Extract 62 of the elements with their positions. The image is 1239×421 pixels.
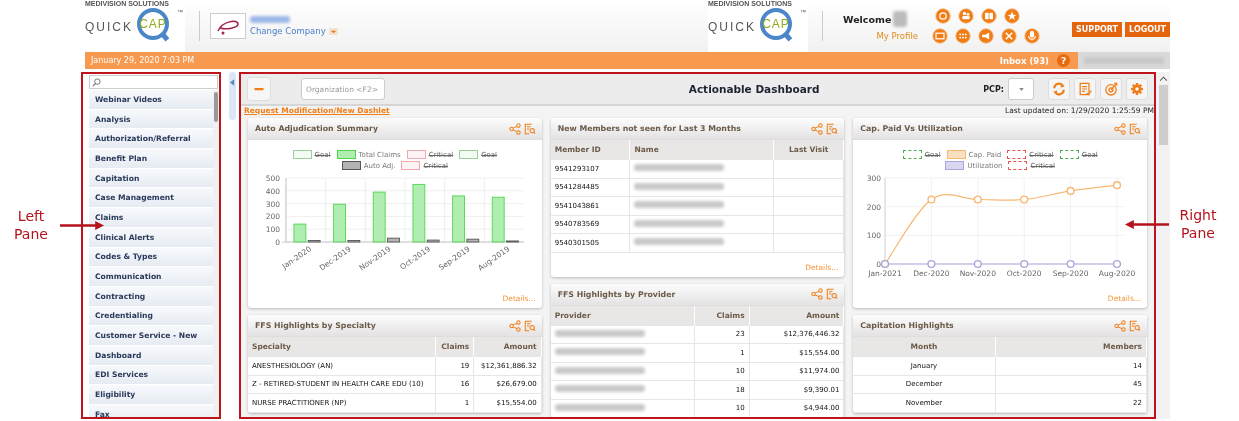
share-icon[interactable] [1114,319,1126,332]
dashboard-title: Actionable Dashboard [688,83,820,95]
book-icon[interactable] [981,8,997,24]
minus-icon [254,87,264,91]
card-icon[interactable] [932,28,948,44]
company-logo-icon [210,13,246,39]
data-point [927,259,936,269]
data-point [974,195,983,204]
share-icon[interactable] [508,122,521,135]
data-point [1066,259,1076,269]
caret-icon [1018,87,1024,91]
data-point [1066,186,1076,195]
cross-icon[interactable] [1001,28,1017,44]
data-point [1113,181,1122,190]
settings-button[interactable] [1126,78,1148,100]
document-search-icon[interactable] [523,319,536,332]
pcp-label: PCP: [983,84,1004,94]
scrollbar-thumb[interactable] [214,92,218,122]
search-icon [92,77,101,87]
date-time-text: January 29, 2020 7:03 PM [89,56,195,65]
data-point [1113,259,1122,269]
data-point [1020,259,1029,269]
document-search-icon[interactable] [523,122,536,135]
welcome-text: Welcome [843,13,892,25]
coin-icon[interactable] [935,8,951,24]
share-icon[interactable] [811,122,824,135]
dropdown-icon[interactable] [328,27,338,35]
refresh-icon [1051,81,1067,97]
data-point [974,259,983,269]
header-button[interactable]: LOGOUT [1125,22,1170,37]
megaphone-icon[interactable] [978,28,994,44]
document-search-icon[interactable] [826,122,839,135]
pcp-select[interactable] [1008,78,1034,100]
caret-icon [230,79,235,86]
callout-label: Right Pane [1178,207,1218,242]
callout-label: Left Pane [13,208,49,243]
people-icon[interactable] [958,8,974,24]
header-button[interactable]: SUPPORT [1072,22,1123,37]
document-search-icon[interactable] [826,288,839,300]
collapse-button[interactable] [247,77,271,101]
report-button[interactable] [1074,78,1096,100]
microphone-icon[interactable] [1024,28,1040,44]
scroll-up-icon[interactable] [1159,76,1167,81]
data-point [927,195,936,204]
target-button[interactable] [1100,78,1122,100]
change-company-link[interactable]: Change Company [250,26,326,36]
search-field[interactable] [89,75,218,89]
redacted-text [250,16,290,23]
scrollbar-thumb[interactable] [1158,85,1168,145]
target-icon [1103,81,1119,97]
gear-icon [1129,81,1145,97]
share-icon[interactable] [1114,122,1126,135]
grid-icon[interactable] [955,28,971,44]
refresh-button[interactable] [1048,78,1070,100]
document-check-icon [1077,81,1093,97]
share-icon[interactable] [811,288,824,300]
data-point [1020,195,1029,204]
document-search-icon[interactable] [1129,122,1141,135]
collapse-handle[interactable] [229,72,236,120]
share-icon[interactable] [508,319,521,332]
document-search-icon[interactable] [1129,319,1141,332]
redacted-text [893,11,908,27]
